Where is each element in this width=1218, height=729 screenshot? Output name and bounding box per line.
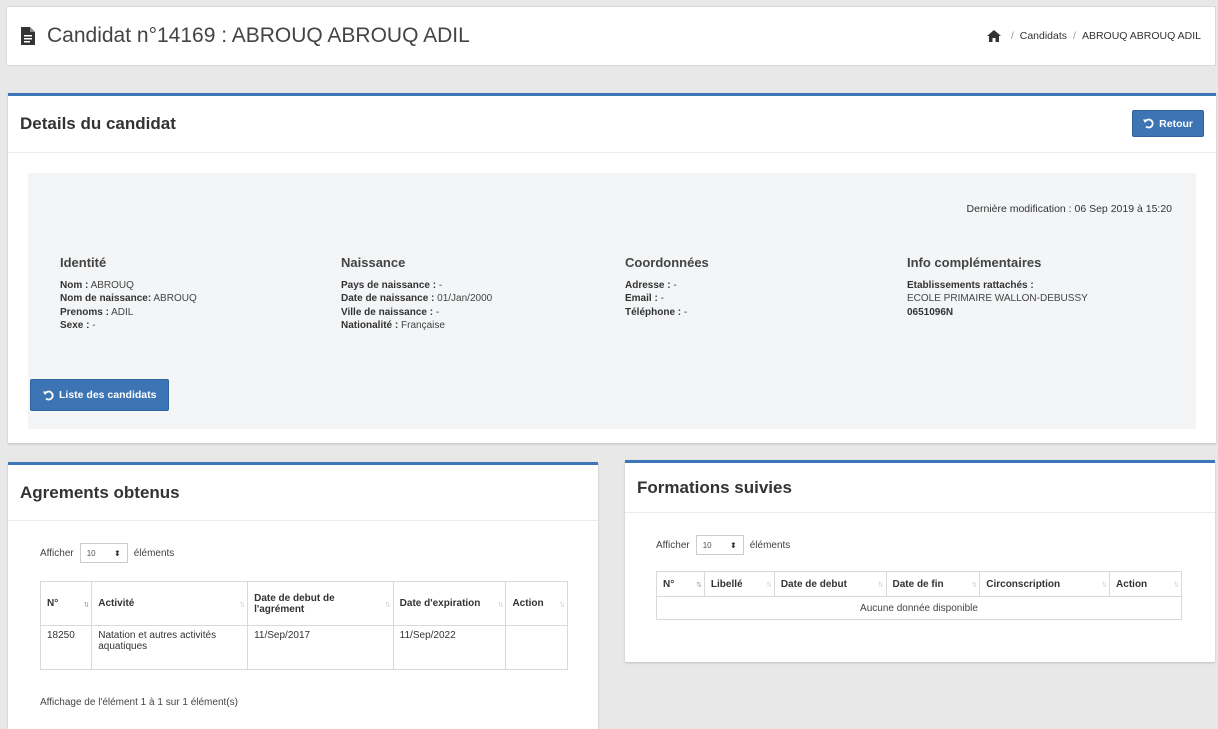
sort-icon: ↑↓ — [765, 579, 772, 589]
home-icon[interactable] — [986, 30, 1001, 42]
details-header: Details du candidat — [8, 96, 1216, 153]
field-nationalite: Nationalité : Française — [341, 320, 445, 332]
afficher-label: Afficher — [40, 547, 74, 559]
etablissements-label: Etablissements rattachés : — [907, 280, 1034, 291]
field-date-naissance: Date de naissance : 01/Jan/2000 — [341, 293, 493, 305]
breadcrumb-separator: / — [1010, 30, 1014, 42]
info-section: Info complémentaires Etablissements ratt… — [907, 255, 1088, 319]
cell-n: 18250 — [39, 625, 93, 670]
formations-panel: Formations suivies Afficher 10 ⬍ élément… — [625, 460, 1215, 662]
liste-candidats-label: Liste des candidats — [59, 389, 157, 401]
page-title: Candidat n°14169 : ABROUQ ABROUQ ADIL — [47, 24, 470, 47]
formations-page-size: Afficher 10 ⬍ éléments — [656, 535, 790, 555]
field-nom: Nom : ABROUQ — [60, 280, 134, 291]
cell-date-expiration: 11/Sep/2022 — [392, 625, 507, 670]
column-header-date-debut[interactable]: Date de debut ↑↓ — [773, 571, 887, 597]
identite-section: Identité Nom : ABROUQ Nom de naissance: … — [60, 255, 197, 333]
liste-candidats-button[interactable]: Liste des candidats — [30, 379, 170, 411]
info-heading: Info complémentaires — [907, 255, 1042, 270]
agrements-pagination-info: Affichage de l'élément 1 à 1 sur 1 éléme… — [40, 697, 238, 708]
sort-icon: ↑↓ — [877, 579, 884, 589]
field-ville-naissance: Ville de naissance : - — [341, 306, 440, 318]
column-header-action[interactable]: Action ↑↓ — [505, 581, 568, 626]
sort-icon: ↑↓ — [559, 599, 565, 608]
formations-table: N° ↑↓ Libellé ↑↓ Date de debut ↑↓ Date de f… — [656, 571, 1182, 620]
table-row: 18250 Natation et autres activités aquat… — [39, 625, 568, 670]
identite-heading: Identité — [60, 255, 107, 270]
agrements-table: N° ↑↓ Activité ↑↓ Date de debut de l'agrém… — [39, 581, 568, 670]
retour-label: Retour — [1159, 117, 1193, 130]
column-header-activite[interactable]: Activité ↑↓ — [91, 581, 249, 626]
page-header: Candidat n°14169 : ABROUQ ABROUQ ADIL / … — [6, 6, 1216, 66]
etablissement-name: ECOLE PRIMAIRE WALLON-DEBUSSY — [907, 293, 1088, 305]
field-email: Email : - — [625, 293, 664, 305]
sort-icon: ↑↓ — [239, 599, 245, 608]
breadcrumb: / Candidats / ABROUQ ABROUQ ADIL — [986, 30, 1201, 42]
formations-header: Formations suivies — [625, 463, 1215, 513]
column-header-date-fin[interactable]: Date de fin ↑↓ — [885, 571, 981, 597]
column-header-action[interactable]: Action ↑↓ — [1109, 571, 1182, 597]
cell-date-debut: 11/Sep/2017 — [247, 625, 394, 670]
etablissement-code: 0651096N — [907, 306, 954, 318]
retour-button[interactable]: Retour — [1132, 110, 1204, 137]
breadcrumb-candidats[interactable]: Candidats — [1020, 30, 1067, 42]
column-header-libelle[interactable]: Libellé ↑↓ — [703, 571, 775, 597]
field-pays-naissance: Pays de naissance : - — [341, 280, 443, 291]
column-header-date-debut[interactable]: Date de debut de l'agrément ↑↓ — [247, 581, 394, 626]
sort-icon: ↑↓ — [1101, 579, 1107, 589]
elements-label: éléments — [749, 539, 791, 551]
agrements-panel: Agrements obtenus Afficher 10 ⬍ éléments… — [8, 462, 598, 729]
sort-icon: ↑↓ — [384, 599, 391, 608]
sort-icon: ↑↓ — [695, 579, 702, 589]
coordonnees-heading: Coordonnées — [625, 255, 709, 270]
breadcrumb-separator: / — [1073, 30, 1076, 42]
sort-arrows-icon: ⬍ — [114, 548, 121, 558]
naissance-section: Naissance Pays de naissance : - Date de … — [341, 255, 492, 333]
sort-icon: ↑↓ — [83, 599, 89, 608]
table-row: Aucune donnée disponible — [656, 596, 1182, 620]
formations-title: Formations suivies — [637, 477, 792, 497]
afficher-label: Afficher — [656, 539, 690, 551]
field-adresse: Adresse : - — [625, 280, 677, 291]
agrements-title: Agrements obtenus — [20, 482, 180, 502]
file-icon — [21, 27, 35, 45]
column-header-circonscription[interactable]: Circonscription ↑↓ — [979, 571, 1111, 597]
breadcrumb-current: ABROUQ ABROUQ ADIL — [1081, 30, 1201, 42]
field-nom-naissance: Nom de naissance: ABROUQ — [60, 293, 197, 305]
agrements-header: Agrements obtenus — [8, 465, 598, 521]
empty-table-message: Aucune donnée disponible — [656, 596, 1182, 620]
sort-icon: ↑↓ — [497, 599, 503, 608]
sort-icon: ↑↓ — [1173, 579, 1179, 589]
column-header-date-expiration[interactable]: Date d'expiration ↑↓ — [392, 581, 507, 626]
page-size-select[interactable]: 10 ⬍ — [695, 535, 744, 555]
naissance-heading: Naissance — [341, 255, 406, 270]
column-header-n[interactable]: N° ↑↓ — [656, 571, 705, 597]
sort-icon: ↑↓ — [971, 579, 977, 589]
details-panel: Details du candidat Retour Dernière modi… — [8, 93, 1216, 443]
cell-action — [505, 625, 568, 670]
details-title: Details du candidat — [20, 114, 176, 133]
field-sexe: Sexe : - — [60, 320, 96, 332]
agrements-page-size: Afficher 10 ⬍ éléments — [40, 543, 174, 563]
cell-activite: Natation et autres activités aquatiques — [91, 625, 249, 670]
undo-icon — [1143, 118, 1154, 129]
last-modified: Dernière modification : 06 Sep 2019 à 15… — [966, 203, 1172, 215]
page-size-select[interactable]: 10 ⬍ — [79, 543, 128, 563]
sort-arrows-icon: ⬍ — [730, 540, 737, 550]
column-header-n[interactable]: N° ↑↓ — [39, 581, 93, 626]
coordonnees-section: Coordonnées Adresse : - Email : - Téléph… — [625, 255, 709, 319]
field-prenoms: Prenoms : ADIL — [60, 306, 134, 318]
candidate-info: Dernière modification : 06 Sep 2019 à 15… — [28, 173, 1196, 429]
field-telephone: Téléphone : - — [625, 306, 688, 318]
elements-label: éléments — [133, 547, 175, 559]
undo-icon — [43, 390, 54, 401]
